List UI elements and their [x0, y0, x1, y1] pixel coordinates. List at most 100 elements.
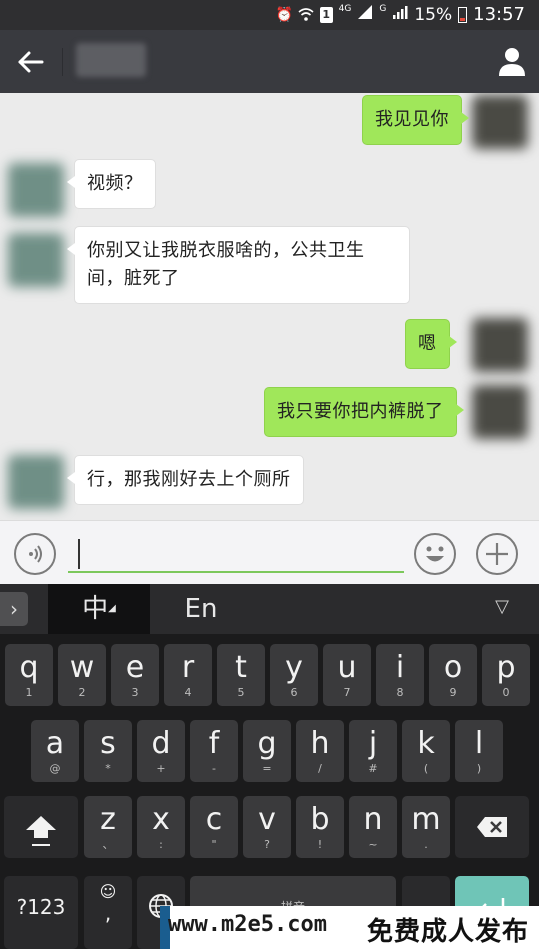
key-a[interactable]: a @ [31, 720, 79, 782]
status-bar: ⏰ 1 4G G 15% 13:57 [0, 0, 539, 30]
key-letter: z [100, 802, 116, 837]
signal-icon-2 [392, 4, 408, 25]
key-secondary: 0 [502, 686, 510, 699]
avatar[interactable] [472, 385, 528, 439]
key-letter: n [363, 802, 383, 837]
key-letter: p [496, 650, 516, 685]
key-secondary: # [368, 762, 378, 775]
chat-header [0, 30, 539, 93]
key-letter: u [337, 650, 357, 685]
avatar[interactable] [8, 163, 64, 217]
key-d[interactable]: d + [137, 720, 185, 782]
back-button[interactable] [14, 46, 48, 78]
clock-time: 13:57 [473, 4, 525, 25]
message-list[interactable]: 我见见你 视频？ 你别又让我脱衣服啥的，公共卫生间，脏死了 嗯 我只要你把内裤脱… [0, 93, 539, 520]
key-r[interactable]: r4 [164, 644, 212, 706]
key-letter: f [208, 726, 220, 761]
key-secondary: + [156, 762, 166, 775]
watermark-url: www.m2e5.com [168, 912, 327, 937]
emoji-key[interactable]: ☺ , [84, 876, 132, 949]
emoji-key-icon: ☺ [99, 882, 117, 901]
message-input[interactable] [68, 533, 404, 573]
key-secondary: : [159, 838, 163, 851]
key-secondary: * [105, 762, 111, 775]
key-secondary: 2 [78, 686, 86, 699]
key-u[interactable]: u7 [323, 644, 371, 706]
key-secondary: - [212, 762, 216, 775]
key-secondary: ~ [368, 838, 378, 851]
numbers-key[interactable]: ?123 [4, 876, 78, 949]
key-i[interactable]: i8 [376, 644, 424, 706]
key-c[interactable]: c " [190, 796, 238, 858]
message-bubble[interactable]: 我只要你把内裤脱了 [264, 387, 463, 437]
key-k[interactable]: k( [402, 720, 450, 782]
key-x[interactable]: x: [137, 796, 185, 858]
key-letter: x [152, 802, 170, 837]
key-secondary: . [424, 838, 428, 851]
profile-button[interactable] [495, 44, 529, 78]
backspace-key[interactable] [455, 796, 529, 858]
key-secondary: = [262, 762, 272, 775]
signal-icon [357, 4, 373, 25]
key-e[interactable]: e3 [111, 644, 159, 706]
key-s[interactable]: s * [84, 720, 132, 782]
key-v[interactable]: v? [243, 796, 291, 858]
key-letter: i [395, 650, 405, 685]
key-secondary: 7 [343, 686, 351, 699]
key-secondary: 9 [449, 686, 457, 699]
shift-key[interactable] [4, 796, 78, 858]
message-bubble[interactable]: 嗯 [405, 319, 456, 369]
message-bubble[interactable]: 我见见你 [362, 95, 469, 145]
key-j[interactable]: j # [349, 720, 397, 782]
avatar[interactable] [472, 95, 528, 149]
key-f[interactable]: f- [190, 720, 238, 782]
key-q[interactable]: q1 [5, 644, 53, 706]
key-z[interactable]: z、 [84, 796, 132, 858]
emoji-icon [426, 546, 444, 562]
key-secondary: @ [49, 762, 61, 775]
key-letter: s [100, 726, 116, 761]
key-n[interactable]: n ~ [349, 796, 397, 858]
voice-button[interactable] [14, 533, 56, 575]
backspace-icon [477, 817, 507, 837]
watermark-text: 免费成人发布 [366, 917, 529, 947]
collapse-keyboard-icon[interactable]: ▽ [495, 596, 509, 617]
key-letter: a [45, 726, 65, 761]
chevron-right-icon[interactable]: › [0, 592, 28, 626]
key-letter: r [181, 650, 195, 685]
key-secondary: 6 [290, 686, 298, 699]
tab-english-label: En [184, 594, 218, 624]
key-letter: g [257, 726, 277, 761]
person-icon [499, 48, 525, 76]
plus-icon [486, 543, 508, 565]
key-y[interactable]: y6 [270, 644, 318, 706]
key-o[interactable]: o9 [429, 644, 477, 706]
key-h[interactable]: h / [296, 720, 344, 782]
numbers-key-label: ?123 [16, 895, 66, 919]
key-m[interactable]: m. [402, 796, 450, 858]
key-p[interactable]: p0 [482, 644, 530, 706]
battery-icon [458, 6, 468, 23]
tab-english[interactable]: En [150, 584, 252, 634]
message-bubble[interactable]: 行，那我刚好去上个厕所 [67, 455, 304, 505]
key-secondary: 、 [102, 838, 114, 851]
key-l[interactable]: l) [455, 720, 503, 782]
avatar[interactable] [8, 233, 64, 287]
key-secondary: 8 [396, 686, 404, 699]
more-button[interactable] [476, 533, 518, 575]
key-b[interactable]: b! [296, 796, 344, 858]
key-letter: j [368, 726, 378, 761]
key-g[interactable]: g = [243, 720, 291, 782]
message-bubble[interactable]: 你别又让我脱衣服啥的，公共卫生间，脏死了 [67, 226, 410, 304]
key-secondary: 5 [237, 686, 245, 699]
watermark-banner: www.m2e5.com 免费成人发布 [160, 906, 539, 949]
key-secondary: ! [317, 838, 323, 851]
avatar[interactable] [8, 455, 64, 509]
avatar[interactable] [472, 318, 528, 372]
key-t[interactable]: t5 [217, 644, 265, 706]
key-letter: b [310, 802, 330, 837]
tab-chinese[interactable]: 中◢ [48, 584, 150, 634]
message-bubble[interactable]: 视频？ [67, 159, 156, 209]
key-w[interactable]: w2 [58, 644, 106, 706]
emoji-button[interactable] [414, 533, 456, 575]
